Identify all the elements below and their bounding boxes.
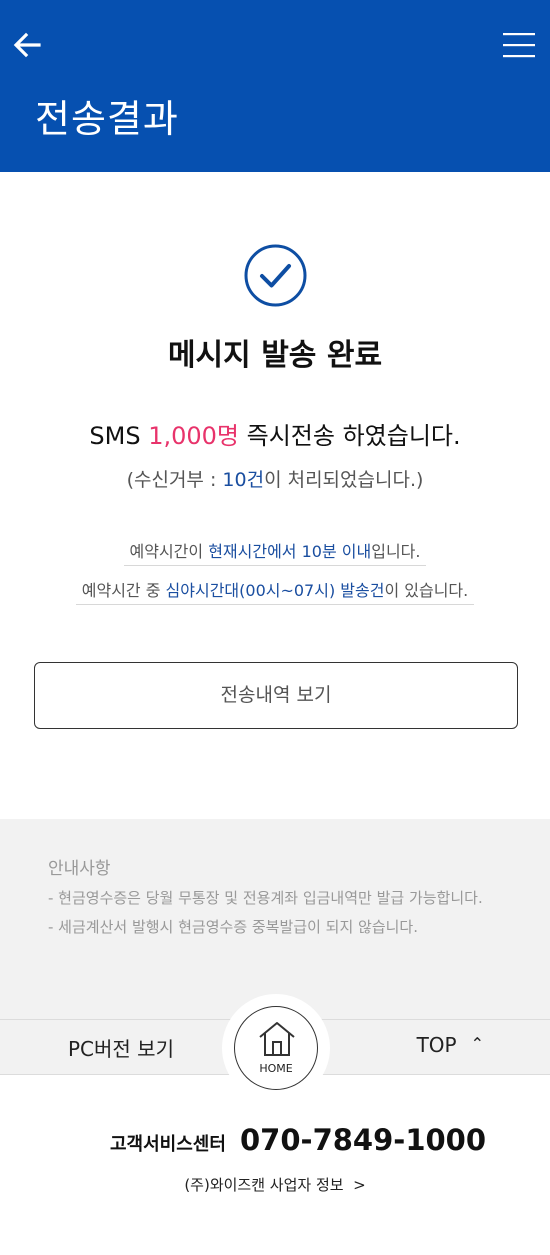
send-result-text: SMS 1,000명 즉시전송 하였습니다. (0, 416, 550, 451)
hamburger-menu-icon (503, 33, 535, 58)
page-title: 전송결과 (35, 97, 179, 141)
notice-prefix: 예약시간 중 (81, 581, 166, 600)
top-label: TOP (416, 1033, 457, 1057)
company-info-label: (주)와이즈캔 사업자 정보 (184, 1176, 344, 1194)
notice-reservation-time: 예약시간이 현재시간에서 10분 이내입니다. (0, 538, 550, 566)
view-history-button[interactable]: 전송내역 보기 (34, 662, 518, 729)
notice-highlight: 현재시간에서 10분 이내 (208, 542, 372, 561)
guide-title: 안내사항 (48, 859, 111, 879)
customer-service-label: 고객서비스센터 (110, 1134, 226, 1155)
complete-title: 메시지 발송 완료 (167, 338, 383, 373)
chevron-right-icon: > (348, 1176, 366, 1194)
refuse-suffix: 이 처리되었습니다.) (264, 469, 424, 491)
notice-suffix: 이 있습니다. (384, 581, 469, 600)
notice-highlight: 심야시간대(00시~07시) 발송건 (165, 581, 385, 600)
send-result-prefix: SMS (89, 422, 149, 450)
guide-section: 안내사항 - 현금영수증은 당월 무통장 및 전용계좌 입금내역만 발급 가능합… (0, 819, 550, 1019)
home-label: HOME (259, 1062, 293, 1075)
customer-service-phone[interactable]: 070-7849-1000 (240, 1123, 486, 1157)
app-header: 전송결과 (0, 0, 550, 172)
send-count: 1,000명 (148, 422, 239, 450)
guide-item: - 현금영수증은 당월 무통장 및 전용계좌 입금내역만 발급 가능합니다. (48, 889, 483, 907)
refuse-prefix: (수신거부 : (126, 469, 223, 491)
notice-suffix: 입니다. (371, 542, 421, 561)
refuse-count: 10건 (222, 469, 265, 491)
menu-button[interactable] (502, 30, 536, 60)
check-circle-icon (244, 244, 307, 307)
scroll-top-button[interactable]: TOP ⌃ (417, 1033, 484, 1057)
notice-night-time: 예약시간 중 심야시간대(00시~07시) 발송건이 있습니다. (0, 577, 550, 605)
home-button[interactable]: HOME (234, 1006, 318, 1090)
chevron-up-icon: ⌃ (470, 1034, 484, 1053)
refuse-result-text: (수신거부 : 10건이 처리되었습니다.) (0, 465, 550, 492)
back-button[interactable] (10, 28, 44, 62)
guide-item: - 세금계산서 발행시 현금영수증 중복발급이 되지 않습니다. (48, 918, 418, 936)
notice-prefix: 예약시간이 (129, 542, 209, 561)
send-result-suffix: 즉시전송 하였습니다. (239, 422, 461, 450)
arrow-left-icon (13, 32, 41, 58)
home-icon (259, 1022, 295, 1056)
pc-version-button[interactable]: PC버전 보기 (68, 1033, 174, 1062)
company-info-link[interactable]: (주)와이즈캔 사업자 정보 > (0, 1174, 550, 1195)
